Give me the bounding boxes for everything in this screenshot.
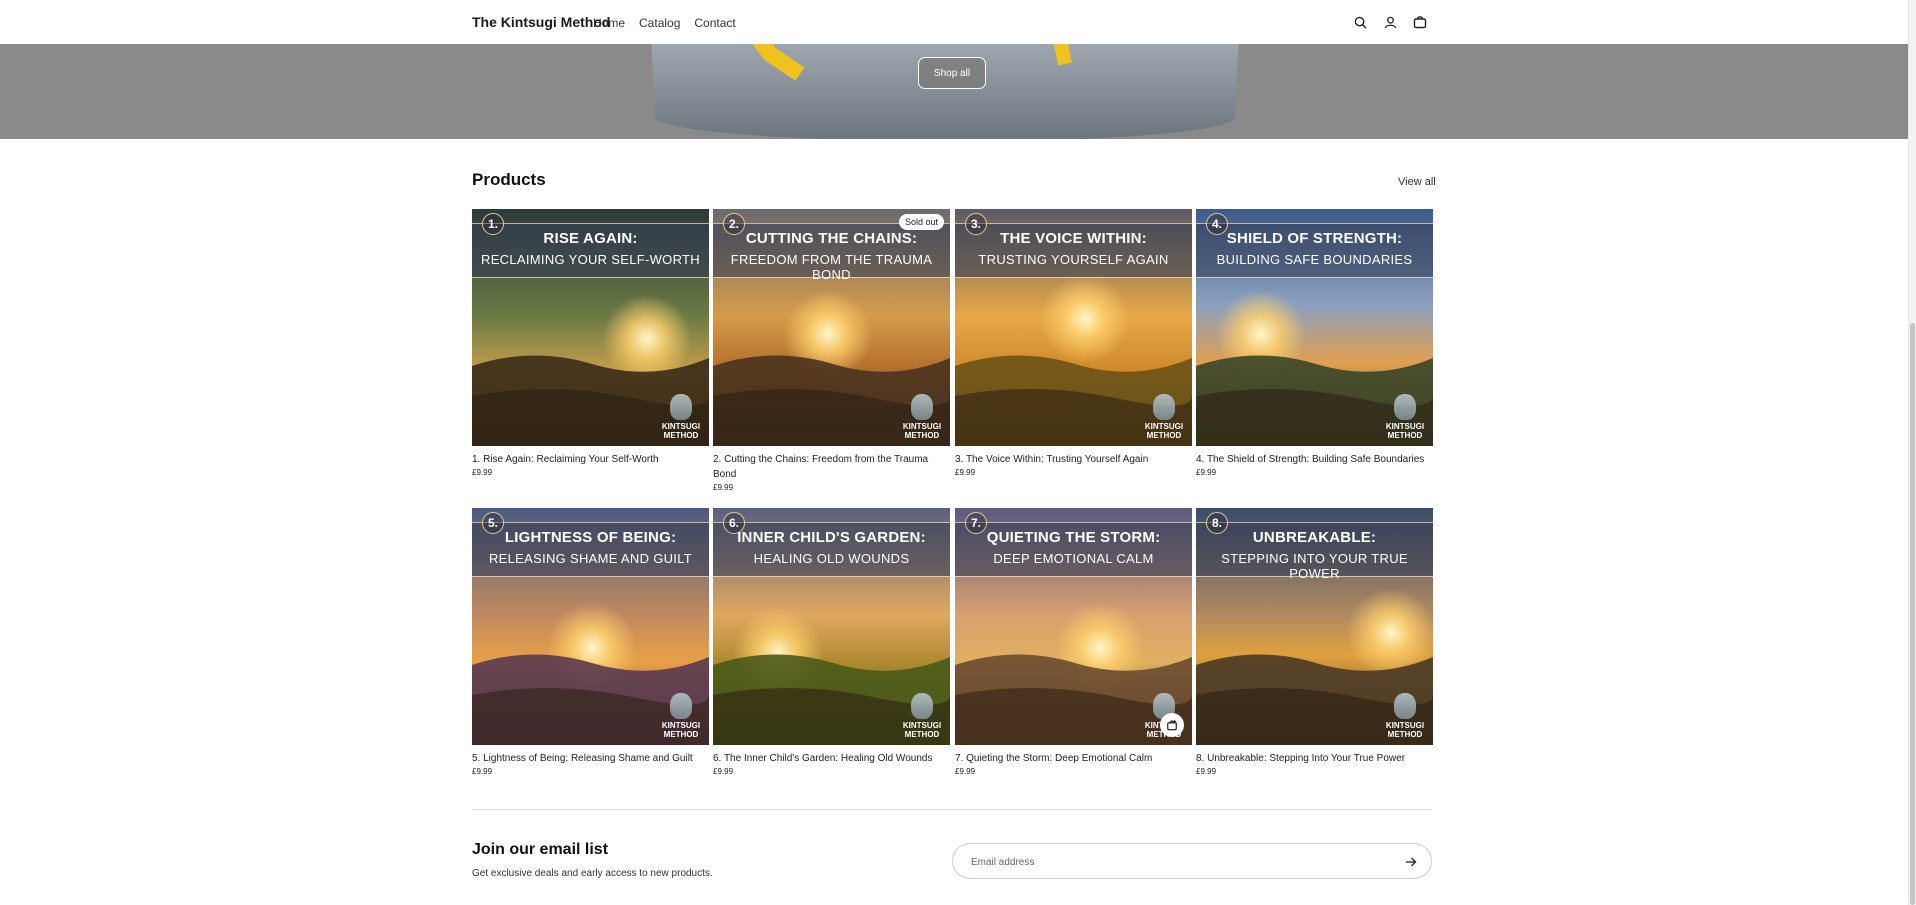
shop-all-button[interactable]: Shop all bbox=[918, 57, 986, 89]
cart-icon[interactable] bbox=[1410, 12, 1430, 32]
product-card[interactable]: 4. SHIELD OF STRENGTH: BUILDING SAFE BOU… bbox=[1196, 209, 1433, 477]
cover-subtitle: BUILDING SAFE BOUNDARIES bbox=[1216, 252, 1413, 267]
product-image[interactable]: 6. INNER CHILD'S GARDEN: HEALING OLD WOU… bbox=[713, 508, 950, 745]
add-to-cart-icon[interactable] bbox=[1160, 713, 1184, 737]
cover-subtitle: TRUSTING YOURSELF AGAIN bbox=[978, 252, 1169, 267]
cover-title: THE VOICE WITHIN: bbox=[1000, 230, 1147, 247]
product-price: £9.99 bbox=[713, 767, 734, 776]
product-title[interactable]: 6. The Inner Child's Garden: Healing Old… bbox=[713, 751, 950, 766]
product-image[interactable]: 5. LIGHTNESS OF BEING: RELEASING SHAME A… bbox=[472, 508, 709, 745]
product-image[interactable]: 2. CUTTING THE CHAINS: FREEDOM FROM THE … bbox=[713, 209, 950, 446]
email-input[interactable] bbox=[971, 853, 1371, 871]
cover-subtitle: FREEDOM FROM THE TRAUMA BOND bbox=[730, 252, 933, 282]
scrollbar-thumb[interactable] bbox=[1910, 323, 1915, 905]
product-price: £9.99 bbox=[713, 483, 734, 492]
kintsugi-logo: KINTSUGI METHOD bbox=[659, 394, 703, 440]
newsletter-subtitle: Get exclusive deals and early access to … bbox=[472, 868, 713, 879]
cover-title: LIGHTNESS OF BEING: bbox=[504, 529, 677, 546]
products-heading: Products bbox=[472, 170, 546, 189]
view-all-link[interactable]: View all bbox=[1398, 176, 1436, 188]
cover-subtitle: HEALING OLD WOUNDS bbox=[753, 551, 910, 566]
product-title[interactable]: 3. The Voice Within: Trusting Yourself A… bbox=[955, 452, 1192, 467]
section-divider bbox=[472, 809, 1432, 810]
product-price: £9.99 bbox=[1196, 468, 1217, 477]
cover-title: INNER CHILD'S GARDEN: bbox=[737, 529, 926, 546]
product-card[interactable]: 7. QUIETING THE STORM: DEEP EMOTIONAL CA… bbox=[955, 508, 1192, 776]
cover-title: SHIELD OF STRENGTH: bbox=[1226, 230, 1403, 247]
product-price: £9.99 bbox=[1196, 767, 1217, 776]
product-card[interactable]: 2. CUTTING THE CHAINS: FREEDOM FROM THE … bbox=[713, 209, 950, 492]
product-image[interactable]: 7. QUIETING THE STORM: DEEP EMOTIONAL CA… bbox=[955, 508, 1192, 745]
kintsugi-logo: KINTSUGI METHOD bbox=[1142, 394, 1186, 440]
product-image[interactable]: 3. THE VOICE WITHIN: TRUSTING YOURSELF A… bbox=[955, 209, 1192, 446]
product-image[interactable]: 4. SHIELD OF STRENGTH: BUILDING SAFE BOU… bbox=[1196, 209, 1433, 446]
product-title[interactable]: 2. Cutting the Chains: Freedom from the … bbox=[713, 452, 950, 482]
newsletter-form bbox=[952, 843, 1432, 879]
cover-subtitle: RECLAIMING YOUR SELF-WORTH bbox=[481, 252, 700, 267]
newsletter-heading: Join our email list bbox=[472, 841, 609, 858]
sold-out-badge: Sold out bbox=[898, 214, 944, 230]
kintsugi-logo: KINTSUGI METHOD bbox=[1383, 693, 1427, 739]
cover-title: RISE AGAIN: bbox=[543, 230, 638, 247]
product-price: £9.99 bbox=[472, 767, 493, 776]
cover-title: CUTTING THE CHAINS: bbox=[745, 230, 918, 247]
product-card[interactable]: 5. LIGHTNESS OF BEING: RELEASING SHAME A… bbox=[472, 508, 709, 776]
arrow-right-icon[interactable] bbox=[1403, 854, 1419, 870]
cover-subtitle: STEPPING INTO YOUR TRUE POWER bbox=[1221, 551, 1408, 581]
product-title[interactable]: 7. Quieting the Storm: Deep Emotional Ca… bbox=[955, 751, 1192, 766]
nav-catalog[interactable]: Catalog bbox=[639, 16, 680, 30]
product-card[interactable]: 1. RISE AGAIN: RECLAIMING YOUR SELF-WORT… bbox=[472, 209, 709, 477]
nav-home[interactable]: Home bbox=[593, 16, 625, 30]
site-header: The Kintsugi Method Home Catalog Contact bbox=[0, 0, 1908, 44]
product-card[interactable]: 6. INNER CHILD'S GARDEN: HEALING OLD WOU… bbox=[713, 508, 950, 776]
cover-title: UNBREAKABLE: bbox=[1252, 529, 1377, 546]
product-image[interactable]: 1. RISE AGAIN: RECLAIMING YOUR SELF-WORT… bbox=[472, 209, 709, 446]
product-title[interactable]: 4. The Shield of Strength: Building Safe… bbox=[1196, 452, 1433, 467]
header-actions bbox=[1350, 12, 1430, 32]
product-price: £9.99 bbox=[472, 468, 493, 477]
product-image[interactable]: 8. UNBREAKABLE: STEPPING INTO YOUR TRUE … bbox=[1196, 508, 1433, 745]
hero-banner: Shop all bbox=[0, 44, 1908, 139]
main-nav: Home Catalog Contact bbox=[593, 16, 736, 30]
cover-subtitle: RELEASING SHAME AND GUILT bbox=[488, 551, 693, 566]
product-title[interactable]: 8. Unbreakable: Stepping Into Your True … bbox=[1196, 751, 1433, 766]
cover-title: QUIETING THE STORM: bbox=[986, 529, 1161, 546]
kintsugi-logo: KINTSUGI METHOD bbox=[900, 693, 944, 739]
search-icon[interactable] bbox=[1350, 12, 1370, 32]
product-title[interactable]: 1. Rise Again: Reclaiming Your Self-Wort… bbox=[472, 452, 709, 467]
product-title[interactable]: 5. Lightness of Being: Releasing Shame a… bbox=[472, 751, 709, 766]
nav-contact[interactable]: Contact bbox=[694, 16, 735, 30]
brand-logo-text[interactable]: The Kintsugi Method bbox=[472, 14, 610, 30]
product-price: £9.99 bbox=[955, 767, 976, 776]
account-icon[interactable] bbox=[1380, 12, 1400, 32]
kintsugi-logo: KINTSUGI METHOD bbox=[659, 693, 703, 739]
kintsugi-logo: KINTSUGI METHOD bbox=[1383, 394, 1427, 440]
product-card[interactable]: 3. THE VOICE WITHIN: TRUSTING YOURSELF A… bbox=[955, 209, 1192, 477]
kintsugi-logo: KINTSUGI METHOD bbox=[900, 394, 944, 440]
cover-subtitle: DEEP EMOTIONAL CALM bbox=[993, 551, 1154, 566]
product-card[interactable]: 8. UNBREAKABLE: STEPPING INTO YOUR TRUE … bbox=[1196, 508, 1433, 776]
page-scrollbar[interactable] bbox=[1908, 0, 1916, 905]
product-price: £9.99 bbox=[955, 468, 976, 477]
